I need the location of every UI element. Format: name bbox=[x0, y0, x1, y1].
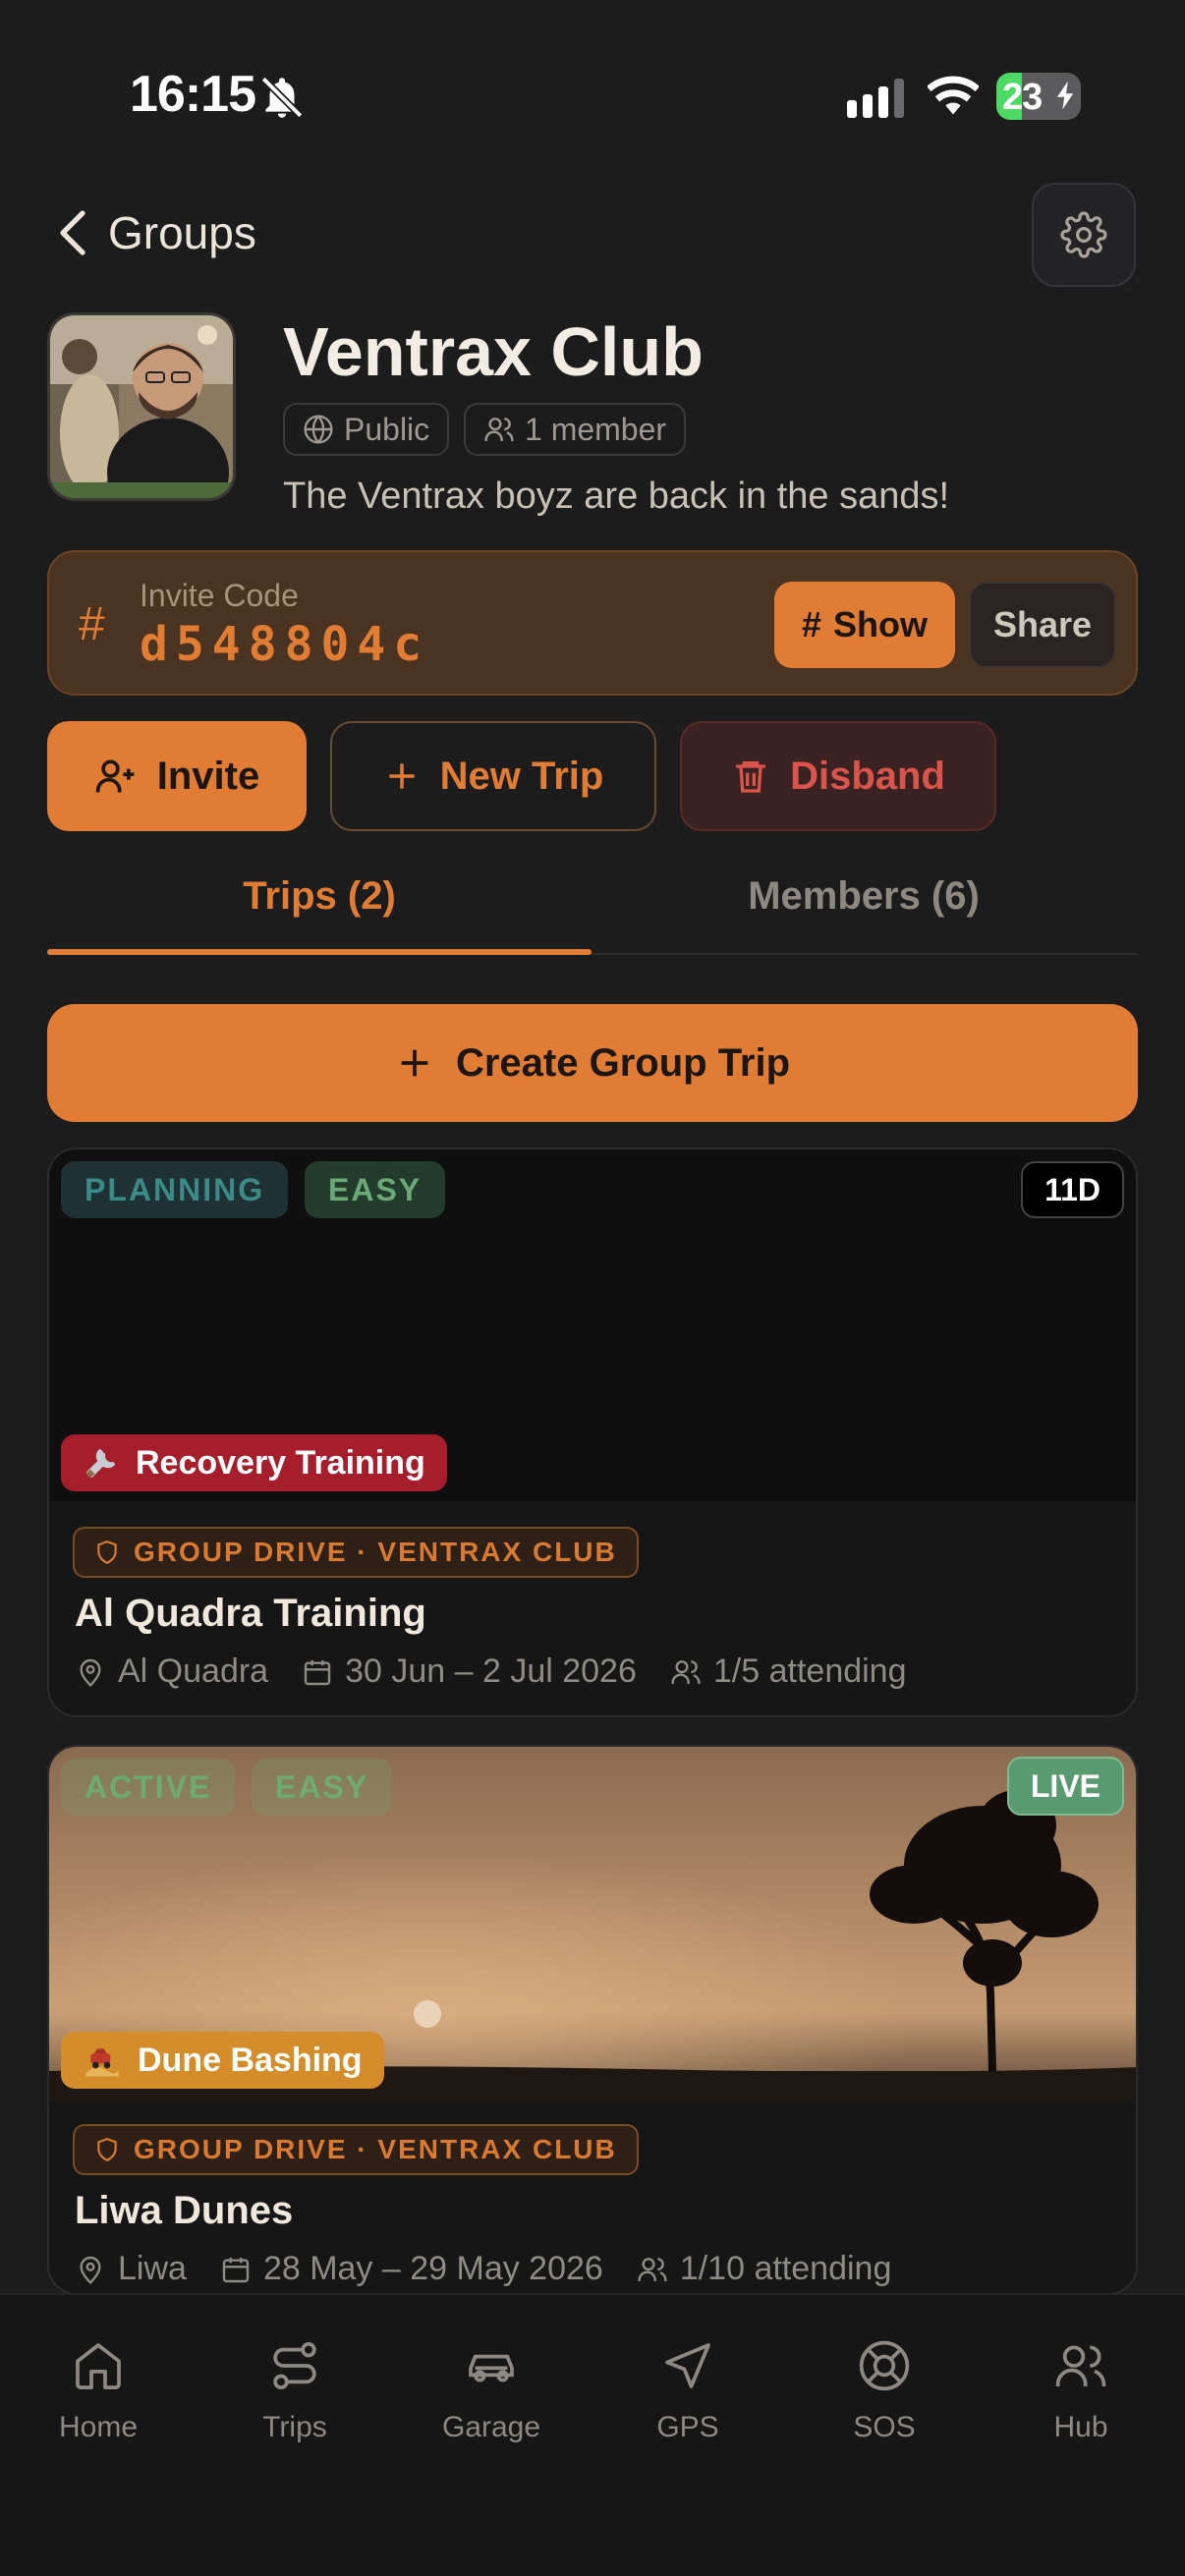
users-icon bbox=[637, 2254, 668, 2285]
bottom-navigation: Home Trips Garage GPS SOS Hub bbox=[0, 2293, 1185, 2576]
back-button[interactable]: Groups bbox=[59, 206, 256, 259]
new-trip-button[interactable]: New Trip bbox=[330, 721, 656, 831]
invite-code-label: Invite Code bbox=[140, 578, 299, 613]
map-pin-icon bbox=[75, 2254, 106, 2285]
trip-difficulty-badge: EASY bbox=[252, 1759, 393, 1816]
invite-button-label: Invite bbox=[156, 754, 260, 798]
calendar-icon bbox=[220, 2254, 252, 2285]
calendar-icon bbox=[302, 1656, 333, 1688]
group-drive-label: GROUP DRIVE · VENTRAX CLUB bbox=[134, 2134, 617, 2164]
member-count-chip: 1 member bbox=[464, 403, 687, 456]
trip-category-label: Recovery Training bbox=[136, 1443, 425, 1482]
disband-button[interactable]: Disband bbox=[680, 721, 996, 831]
trip-location: Liwa bbox=[118, 2250, 187, 2287]
trip-location: Al Quadra bbox=[118, 1652, 269, 1690]
member-count-label: 1 member bbox=[525, 411, 667, 447]
nav-home[interactable]: Home bbox=[0, 2338, 197, 2444]
trip-meta: Al Quadra 30 Jun – 2 Jul 2026 1/5 attend… bbox=[75, 1652, 907, 1691]
route-icon bbox=[267, 2338, 322, 2393]
visibility-chip: Public bbox=[283, 403, 450, 456]
nav-sos[interactable]: SOS bbox=[786, 2338, 983, 2444]
nav-label: Hub bbox=[1053, 2411, 1108, 2443]
create-group-trip-button[interactable]: Create Group Trip bbox=[47, 1004, 1138, 1122]
battery-indicator: 23 bbox=[996, 73, 1081, 120]
map-pin-icon bbox=[75, 1656, 106, 1688]
nav-label: Trips bbox=[262, 2411, 327, 2443]
trip-status-badge: ACTIVE bbox=[61, 1759, 236, 1816]
group-avatar[interactable] bbox=[47, 312, 236, 501]
show-code-button[interactable]: # Show bbox=[774, 582, 955, 668]
nav-trips[interactable]: Trips bbox=[197, 2338, 393, 2444]
create-group-trip-label: Create Group Trip bbox=[455, 1040, 791, 1085]
trip-difficulty-badge: EASY bbox=[305, 1161, 446, 1218]
users-icon bbox=[670, 1656, 702, 1688]
nav-gps[interactable]: GPS bbox=[590, 2338, 786, 2444]
users-icon bbox=[483, 414, 515, 445]
trip-category-badge: Dune Bashing bbox=[61, 2032, 384, 2089]
navigation-icon bbox=[660, 2338, 715, 2393]
lifebuoy-icon bbox=[857, 2338, 912, 2393]
plus-icon bbox=[383, 757, 421, 795]
invite-code-card: # Invite Code d548804c # Show Share bbox=[47, 550, 1138, 696]
trip-dates: 28 May – 29 May 2026 bbox=[262, 2250, 603, 2287]
trip-countdown-badge: 11D bbox=[1021, 1161, 1124, 1218]
settings-button[interactable] bbox=[1032, 183, 1136, 287]
plus-icon bbox=[395, 1043, 434, 1083]
group-drive-tag: GROUP DRIVE · VENTRAX CLUB bbox=[73, 2124, 639, 2175]
trip-title: Liwa Dunes bbox=[75, 2189, 294, 2232]
desert-car-icon bbox=[83, 2041, 122, 2080]
nav-label: SOS bbox=[853, 2411, 916, 2443]
nav-label: Garage bbox=[441, 2411, 541, 2443]
group-drive-label: GROUP DRIVE · VENTRAX CLUB bbox=[134, 1537, 617, 1567]
invite-code-value: d548804c bbox=[140, 617, 430, 672]
trip-category-label: Dune Bashing bbox=[138, 2041, 363, 2079]
nav-label: Home bbox=[58, 2411, 139, 2443]
hash-icon: # bbox=[79, 598, 105, 650]
active-tab-indicator bbox=[47, 949, 592, 955]
share-code-button[interactable]: Share bbox=[969, 582, 1116, 668]
new-trip-button-label: New Trip bbox=[439, 754, 604, 798]
trip-card[interactable]: PLANNING EASY 11D Recovery Training GROU… bbox=[47, 1148, 1138, 1717]
trip-attending: 1/5 attending bbox=[712, 1652, 907, 1690]
wifi-icon bbox=[928, 75, 979, 116]
invite-button[interactable]: Invite bbox=[47, 721, 307, 831]
trip-title: Al Quadra Training bbox=[75, 1592, 426, 1635]
gear-icon bbox=[1060, 211, 1107, 258]
users-icon bbox=[1053, 2338, 1108, 2393]
visibility-label: Public bbox=[344, 411, 430, 447]
trip-category-badge: Recovery Training bbox=[61, 1434, 447, 1491]
globe-icon bbox=[303, 414, 334, 445]
hash-icon: # bbox=[801, 604, 822, 644]
charging-bolt-icon bbox=[1057, 81, 1075, 110]
back-label: Groups bbox=[108, 207, 256, 258]
wrench-icon bbox=[83, 1444, 120, 1482]
disband-button-label: Disband bbox=[790, 754, 945, 798]
group-drive-tag: GROUP DRIVE · VENTRAX CLUB bbox=[73, 1527, 639, 1578]
bell-muted-icon bbox=[257, 73, 307, 122]
user-plus-icon bbox=[94, 755, 138, 798]
trip-attending: 1/10 attending bbox=[679, 2250, 892, 2287]
group-name: Ventrax Club bbox=[283, 313, 704, 390]
chevron-left-icon bbox=[59, 209, 86, 256]
trip-meta: Liwa 28 May – 29 May 2026 1/10 attending bbox=[75, 2250, 891, 2288]
trip-card[interactable]: ACTIVE EASY LIVE Dune Bashing GROUP DRIV… bbox=[47, 1745, 1138, 2295]
tab-members[interactable]: Members (6) bbox=[592, 874, 1136, 919]
trip-live-badge: LIVE bbox=[1006, 1757, 1124, 1816]
cellular-signal-icon bbox=[847, 79, 908, 118]
trash-icon bbox=[731, 756, 770, 796]
tab-trips[interactable]: Trips (2) bbox=[47, 874, 592, 919]
nav-hub[interactable]: Hub bbox=[983, 2338, 1179, 2444]
status-time: 16:15 bbox=[130, 66, 256, 123]
nav-label: GPS bbox=[656, 2411, 719, 2443]
group-description: The Ventrax boyz are back in the sands! bbox=[283, 476, 950, 517]
nav-garage[interactable]: Garage bbox=[393, 2338, 590, 2444]
trip-dates: 30 Jun – 2 Jul 2026 bbox=[345, 1652, 637, 1690]
car-icon bbox=[464, 2338, 519, 2393]
home-icon bbox=[71, 2338, 126, 2393]
trip-status-badge: PLANNING bbox=[61, 1161, 289, 1218]
show-code-label: Show bbox=[833, 604, 929, 644]
shield-icon bbox=[94, 2137, 120, 2162]
shield-icon bbox=[94, 1540, 120, 1565]
